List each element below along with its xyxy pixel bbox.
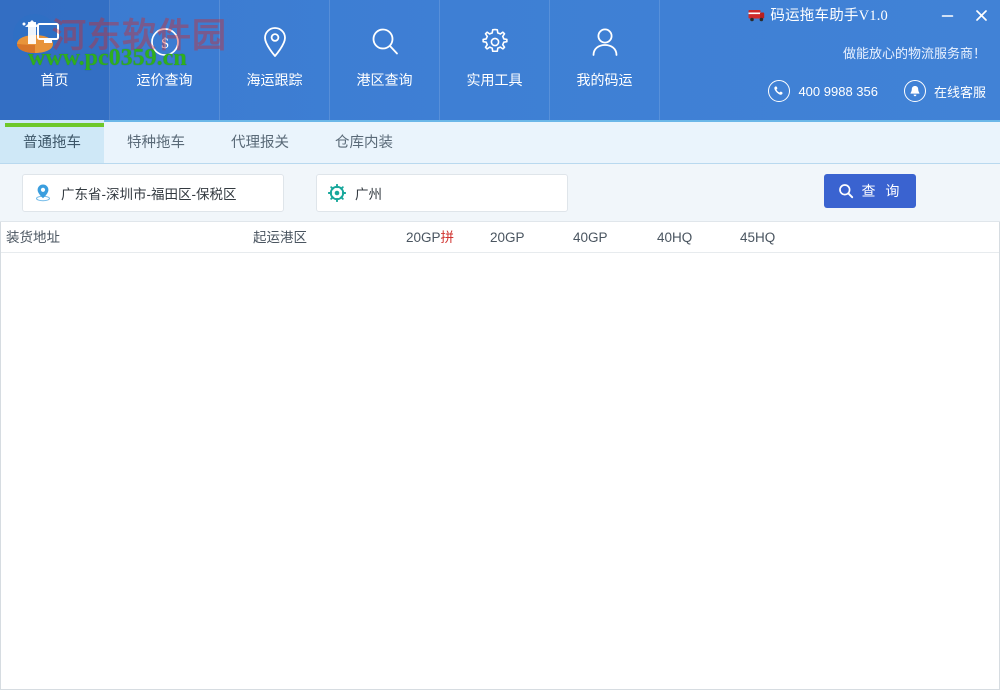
tab-label: 代理报关 — [231, 135, 289, 151]
nav-item-label: 运价查询 — [136, 72, 193, 88]
column-header-40hq: 40HQ — [657, 230, 693, 245]
search-icon — [838, 184, 853, 199]
user-icon — [588, 20, 622, 64]
minimize-icon — [941, 14, 953, 17]
tab-label: 普通拖车 — [23, 135, 81, 151]
column-header-20gp-lcl-text: 20GP — [406, 230, 441, 245]
ship-wheel-icon — [327, 183, 347, 203]
origin-address-input[interactable]: 广东省-深圳市-福田区-保税区 — [22, 173, 284, 212]
location-pin-icon — [33, 183, 53, 203]
column-header-20gp: 20GP — [490, 230, 525, 245]
port-input[interactable]: 广州 — [316, 173, 568, 212]
nav-item-port-query[interactable]: 港区查询 — [330, 0, 440, 120]
contact-row: 400 9988 356 在线客服 — [768, 80, 986, 102]
tab-warehouse-loading[interactable]: 仓库内装 — [312, 120, 416, 163]
window-controls — [936, 4, 992, 26]
nav-item-tools[interactable]: 实用工具 — [440, 0, 550, 120]
nav-item-label: 我的码运 — [576, 72, 633, 88]
main-navigation: 首页 $ 运价查询 海运跟踪 港区查询 实用工具 我的码运 — [0, 0, 660, 120]
gear-icon — [478, 20, 512, 64]
phone-contact[interactable]: 400 9988 356 — [768, 80, 878, 102]
phone-icon — [768, 80, 791, 102]
truck-icon — [748, 9, 765, 21]
search-button[interactable]: 查 询 — [824, 174, 916, 208]
column-header-45hq: 45HQ — [740, 230, 776, 245]
minimize-button[interactable] — [936, 4, 958, 26]
column-header-20gp-lcl: 20GP拼 — [406, 222, 454, 253]
column-header-departure-port: 起运港区 — [253, 230, 307, 245]
search-button-label: 查 询 — [861, 183, 903, 199]
dollar-circle-icon: $ — [148, 20, 182, 64]
nav-item-my-account[interactable]: 我的码运 — [550, 0, 660, 120]
search-icon — [368, 20, 402, 64]
tab-label: 特种拖车 — [127, 135, 185, 151]
origin-address-value: 广东省-深圳市-福田区-保税区 — [61, 186, 237, 202]
nav-item-shipping-tracking[interactable]: 海运跟踪 — [220, 0, 330, 120]
results-table: 装货地址 起运港区 20GP拼 20GP 40GP 40HQ 45HQ — [0, 222, 1000, 690]
application-window: 首页 $ 运价查询 海运跟踪 港区查询 实用工具 我的码运 河东软件园 www.… — [0, 0, 1000, 690]
header-tagline: 做能放心的物流服务商！ — [842, 46, 986, 61]
bell-icon — [903, 80, 926, 102]
column-header-40gp: 40GP — [573, 230, 608, 245]
tab-label: 仓库内装 — [335, 135, 393, 151]
nav-item-label: 首页 — [40, 72, 69, 88]
online-service-label: 在线客服 — [933, 84, 986, 100]
online-service[interactable]: 在线客服 — [903, 80, 986, 102]
tab-ordinary-trailer[interactable]: 普通拖车 — [0, 120, 104, 163]
window-title: 码运拖车助手V1.0 — [770, 8, 888, 24]
port-value: 广州 — [355, 186, 382, 202]
table-body — [1, 253, 999, 689]
nav-item-label: 港区查询 — [356, 72, 413, 88]
window-title-group: 码运拖车助手V1.0 — [748, 4, 888, 25]
app-header: 首页 $ 运价查询 海运跟踪 港区查询 实用工具 我的码运 河东软件园 www.… — [0, 0, 1000, 120]
nav-item-freight-query[interactable]: $ 运价查询 — [110, 0, 220, 120]
nav-item-label: 实用工具 — [466, 72, 523, 88]
phone-number: 400 9988 356 — [798, 83, 878, 99]
column-header-20gp-lcl-suffix: 拼 — [440, 230, 455, 245]
tab-special-trailer[interactable]: 特种拖车 — [104, 120, 208, 163]
map-pin-icon — [258, 20, 292, 64]
tab-strip: 普通拖车 特种拖车 代理报关 仓库内装 — [0, 120, 1000, 164]
nav-item-home[interactable]: 首页 — [0, 0, 110, 120]
home-icon — [37, 20, 73, 64]
nav-item-label: 海运跟踪 — [246, 72, 303, 88]
close-button[interactable] — [970, 4, 992, 26]
search-bar: 广东省-深圳市-福田区-保税区 广州 查 询 — [0, 164, 1000, 222]
close-icon — [975, 9, 987, 21]
svg-text:$: $ — [161, 36, 169, 52]
column-header-load-address: 装货地址 — [6, 230, 60, 245]
tab-agency-customs[interactable]: 代理报关 — [208, 120, 312, 163]
table-header-row: 装货地址 起运港区 20GP拼 20GP 40GP 40HQ 45HQ — [1, 222, 999, 253]
